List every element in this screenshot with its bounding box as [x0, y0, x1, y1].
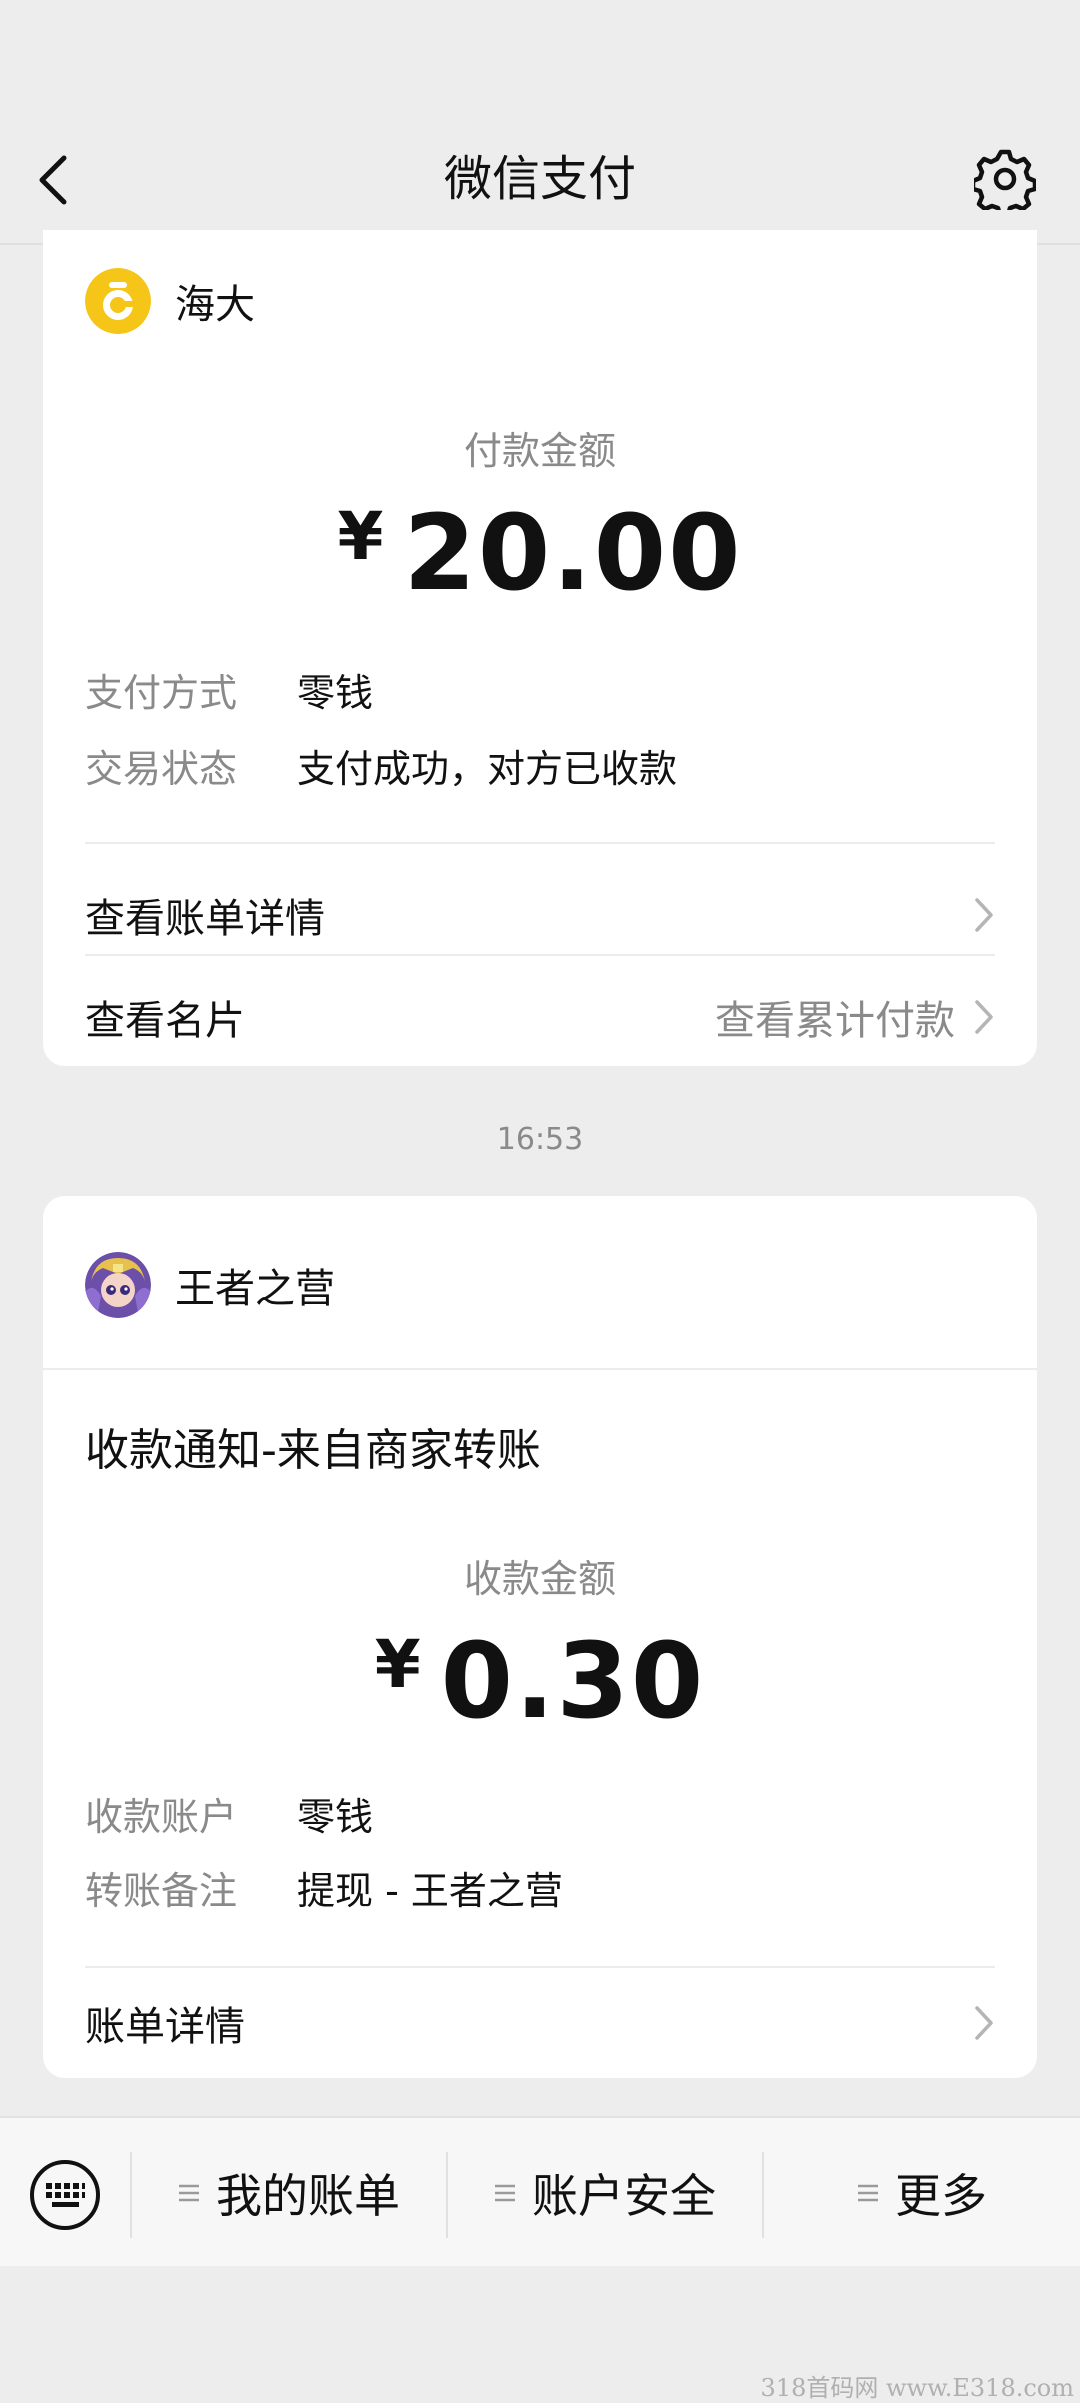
menu-account-security[interactable]: 账户安全 [448, 2118, 762, 2268]
info-row-payment-method: 支付方式 零钱 [85, 662, 373, 717]
menu-label: 账户安全 [532, 2169, 716, 2223]
divider [43, 1368, 1037, 1370]
info-row-transfer-note: 转账备注 提现 - 王者之营 [85, 1860, 563, 1915]
menu-label: 我的账单 [216, 2169, 400, 2223]
chevron-right-icon [975, 2006, 993, 2040]
info-value: 零钱 [297, 1795, 374, 1839]
merchant-header[interactable]: 海大 [85, 266, 255, 336]
amount-number: 0.30 [440, 1620, 706, 1742]
view-card-link[interactable]: 查看名片 [85, 988, 245, 1046]
divider [85, 954, 995, 956]
chevron-right-icon [975, 1000, 993, 1034]
view-bill-details-link[interactable]: 查看账单详情 [85, 880, 995, 950]
info-label: 转账备注 [85, 1869, 238, 1913]
payment-card: 海大 付款金额 ¥20.00 支付方式 零钱 交易状态 支付成功，对方已收款 查… [43, 230, 1037, 1066]
page-title: 微信支付 [443, 151, 636, 207]
menu-lines-icon [495, 2184, 515, 2202]
link-label: 查看累计付款 [715, 998, 955, 1044]
bill-details-link[interactable]: 账单详情 [85, 1988, 995, 2058]
currency-symbol: ¥ [374, 1626, 423, 1703]
divider [85, 842, 995, 844]
merchant-name: 王者之营 [175, 1266, 335, 1312]
divider [85, 1966, 995, 1968]
link-label: 查看账单详情 [85, 896, 325, 942]
amount-number: 20.00 [403, 492, 743, 614]
receipt-card: 王者之营 收款通知-来自商家转账 收款金额 ¥0.30 收款账户 零钱 转账备注… [43, 1196, 1037, 2078]
merchant-avatar [85, 1252, 151, 1318]
menu-lines-icon [858, 2184, 878, 2202]
menu-label: 更多 [895, 2169, 987, 2223]
bottom-menu-bar: 我的账单 账户安全 更多 [0, 2116, 1080, 2266]
menu-lines-icon [179, 2184, 199, 2202]
amount-value: ¥0.30 [43, 1620, 1037, 1742]
gear-icon[interactable] [974, 148, 1036, 210]
info-label: 交易状态 [85, 747, 238, 791]
info-value: 提现 - 王者之营 [297, 1869, 563, 1913]
info-row-transaction-status: 交易状态 支付成功，对方已收款 [85, 738, 677, 793]
amount-label: 付款金额 [463, 429, 616, 473]
merchant-name: 海大 [175, 282, 255, 328]
message-timestamp: 16:53 [496, 1122, 584, 1157]
amount-label: 收款金额 [463, 1557, 616, 1601]
view-cumulative-payment-link[interactable]: 查看累计付款 [715, 988, 995, 1046]
amount-value: ¥20.00 [43, 492, 1037, 614]
link-label: 账单详情 [85, 2004, 245, 2050]
menu-my-bills[interactable]: 我的账单 [132, 2118, 446, 2268]
chevron-right-icon [975, 898, 993, 932]
info-label: 收款账户 [85, 1795, 238, 1839]
info-row-receiving-account: 收款账户 零钱 [85, 1786, 373, 1841]
top-nav-bar: 微信支付 [0, 0, 1080, 244]
menu-more[interactable]: 更多 [764, 2118, 1080, 2268]
notice-title: 收款通知-来自商家转账 [85, 1425, 541, 1476]
currency-symbol: ¥ [337, 498, 386, 575]
view-card-row[interactable]: 查看名片 查看累计付款 [85, 982, 995, 1052]
info-value: 零钱 [297, 671, 374, 715]
keyboard-icon[interactable] [28, 2158, 102, 2232]
merchant-logo [85, 268, 151, 334]
info-label: 支付方式 [85, 671, 238, 715]
merchant-header[interactable]: 王者之营 [85, 1250, 335, 1320]
info-value: 支付成功，对方已收款 [297, 747, 678, 791]
watermark: 318首码网 www.E318.com [760, 2374, 1074, 2402]
